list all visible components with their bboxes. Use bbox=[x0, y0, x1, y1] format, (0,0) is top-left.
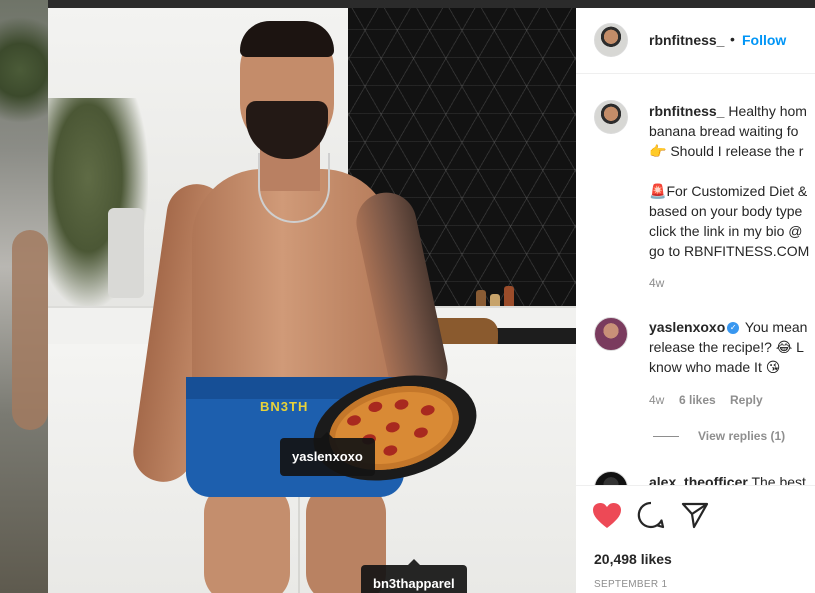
header-username[interactable]: rbnfitness_ bbox=[649, 32, 724, 48]
post-date[interactable]: SEPTEMBER 1 bbox=[594, 579, 667, 590]
comment-avatar[interactable] bbox=[594, 471, 628, 485]
pepperoni bbox=[412, 426, 429, 440]
comment-line: The best bbox=[751, 474, 806, 485]
point-emoji: 👉 bbox=[649, 143, 667, 159]
photo-tag-label: yaslenxoxo bbox=[292, 449, 363, 464]
comment-likes[interactable]: 6 likes bbox=[679, 393, 716, 407]
comment-line: You mean bbox=[744, 319, 808, 335]
caption-line: banana bread waiting fo bbox=[649, 123, 799, 139]
photo-tag-label: bn3thapparel bbox=[373, 576, 455, 591]
comment-text: yaslenxoxo ✓ You mean bbox=[649, 317, 815, 337]
person-left-leg bbox=[204, 483, 290, 593]
caption-line-text: Should I release the r bbox=[670, 143, 804, 159]
view-replies-line bbox=[653, 436, 679, 437]
comment-username[interactable]: alex_theofficer bbox=[649, 474, 748, 485]
comment-text: alex_theofficer The best bbox=[649, 472, 815, 485]
pepperoni bbox=[382, 444, 399, 458]
follow-button[interactable]: Follow bbox=[742, 32, 786, 48]
photo-person: BN3TH bbox=[100, 13, 460, 593]
caption-line: Healthy hom bbox=[728, 103, 807, 119]
person-chain bbox=[258, 153, 330, 223]
caption-username[interactable]: rbnfitness_ bbox=[649, 103, 724, 119]
caption-time[interactable]: 4w bbox=[649, 276, 664, 290]
caption-line: 🚨For Customized Diet & bbox=[649, 181, 815, 201]
post-photo[interactable]: BN3TH yaslenxoxo bn3thapparel bbox=[48, 8, 576, 593]
photo-tag-bn3thapparel[interactable]: bn3thapparel bbox=[361, 559, 467, 593]
comment-likes-label: 6 likes bbox=[679, 393, 716, 407]
caption-avatar[interactable] bbox=[594, 100, 628, 134]
reply-label: Reply bbox=[730, 393, 763, 407]
likes-count[interactable]: 20,498 likes bbox=[594, 551, 672, 567]
pepperoni bbox=[419, 403, 436, 417]
paper-plane-icon[interactable] bbox=[681, 501, 709, 529]
caption-line: based on your body type bbox=[649, 203, 803, 219]
reply-button[interactable]: Reply bbox=[730, 393, 763, 407]
pepperoni bbox=[367, 400, 384, 414]
pepperoni bbox=[384, 420, 401, 434]
post-side-panel: rbnfitness_ • Follow rbnfitness_ Healthy… bbox=[576, 8, 815, 593]
caption-line-text: For Customized Diet & bbox=[666, 183, 808, 199]
photo-tag-yaslenxoxo[interactable]: yaslenxoxo bbox=[280, 432, 375, 476]
view-replies-label: View replies (1) bbox=[698, 429, 786, 443]
post-actions: 20,498 likes SEPTEMBER 1 bbox=[576, 485, 815, 593]
siren-emoji: 🚨 bbox=[649, 183, 667, 199]
view-replies-button[interactable]: View replies (1) bbox=[698, 429, 785, 443]
post-header: rbnfitness_ • Follow bbox=[576, 8, 815, 74]
heart-icon[interactable] bbox=[592, 502, 622, 529]
comment-avatar[interactable] bbox=[594, 317, 628, 351]
header-separator: • bbox=[730, 31, 735, 47]
comments-list[interactable]: rbnfitness_ Healthy hom banana bread wai… bbox=[576, 75, 815, 485]
caption-line: click the link in my bio @ bbox=[649, 223, 803, 239]
comment-username[interactable]: yaslenxoxo bbox=[649, 319, 725, 335]
verified-badge-icon: ✓ bbox=[727, 322, 740, 335]
caption-line: go to RBNFITNESS.COM bbox=[649, 243, 810, 259]
shorts-brand-text: BN3TH bbox=[260, 399, 309, 414]
backdrop-left bbox=[0, 0, 48, 593]
comment-line: know who made It 😘 bbox=[649, 359, 781, 375]
pepperoni bbox=[345, 413, 362, 428]
person-hair bbox=[240, 21, 334, 57]
comment-line: release the recipe!? 😂 L bbox=[649, 339, 804, 355]
comment-time[interactable]: 4w bbox=[649, 393, 664, 407]
pepperoni bbox=[393, 397, 410, 412]
comment-bubble-icon[interactable] bbox=[637, 501, 665, 529]
caption-text: rbnfitness_ Healthy hom bbox=[649, 101, 815, 121]
caption-line: 👉 Should I release the r bbox=[649, 141, 815, 161]
backdrop-arm bbox=[12, 230, 48, 430]
avatar[interactable] bbox=[594, 23, 628, 57]
backdrop-plant bbox=[0, 0, 48, 130]
